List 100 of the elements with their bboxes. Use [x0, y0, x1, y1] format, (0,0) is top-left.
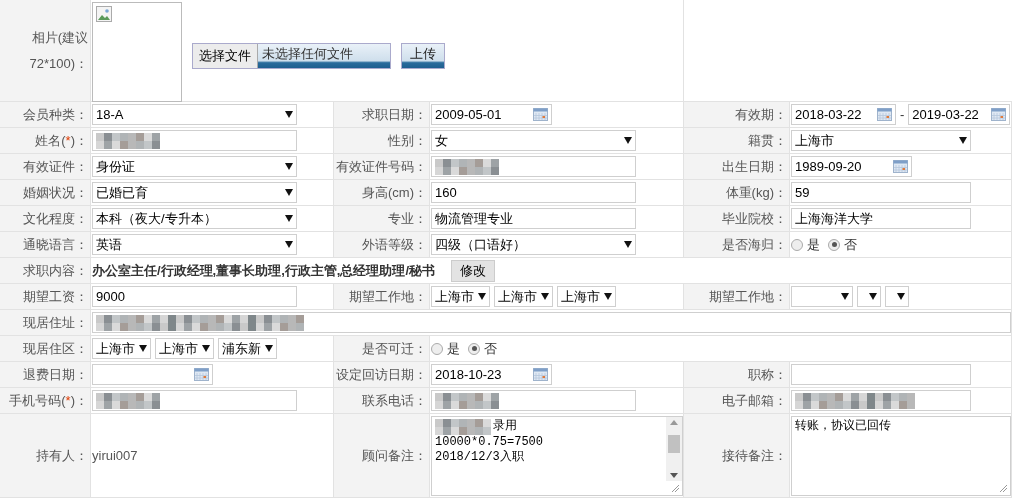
- text-input[interactable]: 上海海洋大学: [791, 208, 971, 229]
- dropdown-arrow-icon: [285, 111, 293, 118]
- calendar-icon[interactable]: [991, 108, 1007, 121]
- field-label: 有效期：: [684, 102, 790, 128]
- calendar-icon[interactable]: [533, 368, 548, 381]
- choose-file-button[interactable]: 选择文件: [193, 43, 258, 68]
- file-field[interactable]: 选择文件 未选择任何文件: [192, 42, 391, 69]
- dropdown-select[interactable]: 上海市: [494, 286, 553, 307]
- field-label: 相片(建议72*100)：: [0, 0, 91, 102]
- upload-button[interactable]: 上传: [401, 42, 445, 69]
- field-label: 求职内容：: [0, 258, 91, 284]
- dropdown-arrow-icon: [541, 293, 549, 300]
- field-label: 毕业院校：: [684, 206, 790, 232]
- field-label: 外语等级：: [334, 232, 430, 258]
- text-input[interactable]: 59: [791, 182, 971, 203]
- dropdown-select[interactable]: 本科（夜大/专升本）: [92, 208, 297, 229]
- dropdown-select[interactable]: 身份证: [92, 156, 297, 177]
- field-label: 会员种类：: [0, 102, 91, 128]
- field-label: 手机号码(*)：: [0, 388, 91, 414]
- text-input[interactable]: [431, 156, 636, 177]
- calendar-icon[interactable]: [893, 160, 908, 173]
- radio-option[interactable]: 否: [828, 234, 857, 255]
- dropdown-select[interactable]: 上海市: [791, 130, 971, 151]
- text-input[interactable]: [92, 312, 1011, 333]
- field-label: 有效证件：: [0, 154, 91, 180]
- field-label: 期望工作地：: [684, 284, 790, 310]
- text-input[interactable]: [92, 130, 297, 151]
- dropdown-arrow-icon: [285, 163, 293, 170]
- textarea-field[interactable]: 转账，协议已回传: [791, 415, 1011, 496]
- field-label: 现居住区：: [0, 336, 91, 362]
- field-label: 通晓语言：: [0, 232, 91, 258]
- calendar-icon[interactable]: [877, 108, 892, 121]
- radio-option[interactable]: 是: [431, 338, 460, 359]
- calendar-icon[interactable]: [533, 108, 548, 121]
- text-input[interactable]: 物流管理专业: [431, 208, 636, 229]
- dropdown-select[interactable]: 上海市: [557, 286, 616, 307]
- field-label: 期望工作地：: [334, 284, 430, 310]
- dropdown-select[interactable]: 上海市: [155, 338, 214, 359]
- scrollbar[interactable]: [666, 416, 682, 481]
- text-input[interactable]: [791, 390, 971, 411]
- field-label: 是否海归：: [684, 232, 790, 258]
- date-input[interactable]: 2018-03-22: [791, 104, 896, 125]
- calendar-icon[interactable]: [194, 368, 209, 381]
- dropdown-select[interactable]: 上海市: [92, 338, 151, 359]
- dropdown-arrow-icon: [624, 137, 632, 144]
- date-input[interactable]: 2018-10-23: [431, 364, 552, 385]
- dropdown-arrow-icon: [604, 293, 612, 300]
- field-value: 办公室主任/行政经理,董事长助理,行政主管,总经理助理/秘书: [92, 261, 436, 280]
- dropdown-arrow-icon: [897, 293, 905, 300]
- dropdown-select[interactable]: 女: [431, 130, 636, 151]
- dropdown-select[interactable]: 英语: [92, 234, 297, 255]
- field-label: 现居住址：: [0, 310, 91, 336]
- scroll-up-icon[interactable]: [670, 419, 678, 425]
- field-value: yirui007: [92, 446, 138, 465]
- field-label: 是否可迁：: [334, 336, 430, 362]
- field-label: 设定回访日期：: [334, 362, 430, 388]
- dropdown-select[interactable]: 18-A: [92, 104, 297, 125]
- field-label: 姓名(*)：: [0, 128, 91, 154]
- radio-option[interactable]: 是: [791, 234, 820, 255]
- dropdown-arrow-icon: [478, 293, 486, 300]
- field-label: 退费日期：: [0, 362, 91, 388]
- text-input[interactable]: 9000: [92, 286, 297, 307]
- dropdown-select[interactable]: [885, 286, 909, 307]
- date-input[interactable]: 2019-03-22: [908, 104, 1011, 125]
- field-label: 职称：: [684, 362, 790, 388]
- dropdown-arrow-icon: [869, 293, 877, 300]
- dropdown-select[interactable]: 已婚已育: [92, 182, 297, 203]
- field-label: 出生日期：: [684, 154, 790, 180]
- dropdown-arrow-icon: [202, 345, 210, 352]
- dropdown-arrow-icon: [265, 345, 273, 352]
- text-input[interactable]: [431, 390, 636, 411]
- text-input[interactable]: 160: [431, 182, 636, 203]
- text-input[interactable]: [92, 390, 297, 411]
- dropdown-select[interactable]: 上海市: [431, 286, 490, 307]
- scroll-down-icon[interactable]: [670, 472, 678, 478]
- resize-handle-icon[interactable]: [671, 483, 680, 493]
- edit-button[interactable]: 修改: [451, 259, 496, 282]
- field-label: 专业：: [334, 206, 430, 232]
- dropdown-select[interactable]: 浦东新: [218, 338, 277, 359]
- field-label: 性别：: [334, 128, 430, 154]
- field-label: 顾问备注：: [334, 414, 430, 498]
- scrollbar-thumb[interactable]: [668, 434, 680, 453]
- date-input[interactable]: 1989-09-20: [791, 156, 912, 177]
- dropdown-select[interactable]: 四级（口语好）: [431, 234, 636, 255]
- resize-handle-icon[interactable]: [999, 483, 1008, 493]
- field-label: 期望工资：: [0, 284, 91, 310]
- dropdown-arrow-icon: [624, 241, 632, 248]
- textarea-field[interactable]: 录用 10000*0.75=7500 2018/12/3入职: [431, 415, 683, 496]
- field-label: 接待备注：: [684, 414, 790, 498]
- dropdown-arrow-icon: [285, 215, 293, 222]
- date-input[interactable]: [92, 364, 213, 385]
- dropdown-arrow-icon: [959, 137, 967, 144]
- dropdown-select[interactable]: [857, 286, 881, 307]
- text-input[interactable]: [791, 364, 971, 385]
- field-label: 联系电话：: [334, 388, 430, 414]
- date-input[interactable]: 2009-05-01: [431, 104, 552, 125]
- field-label: 持有人：: [0, 414, 91, 498]
- range-separator: -: [900, 105, 905, 124]
- radio-option[interactable]: 否: [468, 338, 497, 359]
- field-label: 电子邮箱：: [684, 388, 790, 414]
